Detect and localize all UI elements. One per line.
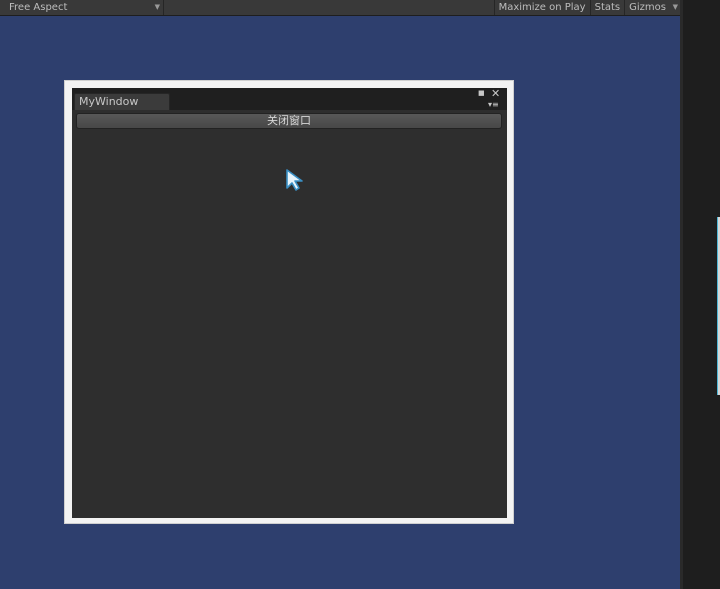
- mouse-cursor-icon: [286, 169, 303, 191]
- close-icon[interactable]: ✕: [491, 88, 500, 99]
- chevron-down-icon: ▼: [154, 3, 160, 11]
- gizmos-dropdown[interactable]: Gizmos ▼: [624, 0, 680, 15]
- maximize-on-play-label: Maximize on Play: [498, 2, 586, 13]
- tab-title: MyWindow: [79, 95, 139, 108]
- stats-button[interactable]: Stats: [589, 0, 625, 15]
- maximize-icon[interactable]: ■: [478, 89, 485, 98]
- editor-window-frame: MyWindow ■ ✕ ▾≡ 关闭窗口: [64, 80, 514, 524]
- menu-icon[interactable]: ▾≡: [488, 100, 499, 109]
- toolbar-right-group: Maximize on Play Stats Gizmos ▼: [493, 0, 680, 15]
- side-panel: [680, 0, 720, 589]
- gizmos-label: Gizmos: [629, 2, 666, 13]
- aspect-dropdown-label: Free Aspect: [9, 2, 68, 13]
- editor-window: MyWindow ■ ✕ ▾≡ 关闭窗口: [72, 88, 507, 518]
- aspect-dropdown[interactable]: Free Aspect ▼: [0, 0, 164, 15]
- panel-divider: [680, 0, 683, 589]
- maximize-on-play-button[interactable]: Maximize on Play: [493, 0, 590, 15]
- stats-label: Stats: [594, 2, 621, 13]
- close-window-button[interactable]: 关闭窗口: [76, 113, 502, 129]
- game-view-toolbar: Free Aspect ▼ Maximize on Play Stats Giz…: [0, 0, 680, 16]
- tab-mywindow[interactable]: MyWindow: [74, 93, 170, 110]
- tab-strip: MyWindow ■ ✕ ▾≡: [72, 88, 507, 110]
- chevron-down-icon: ▼: [672, 3, 678, 11]
